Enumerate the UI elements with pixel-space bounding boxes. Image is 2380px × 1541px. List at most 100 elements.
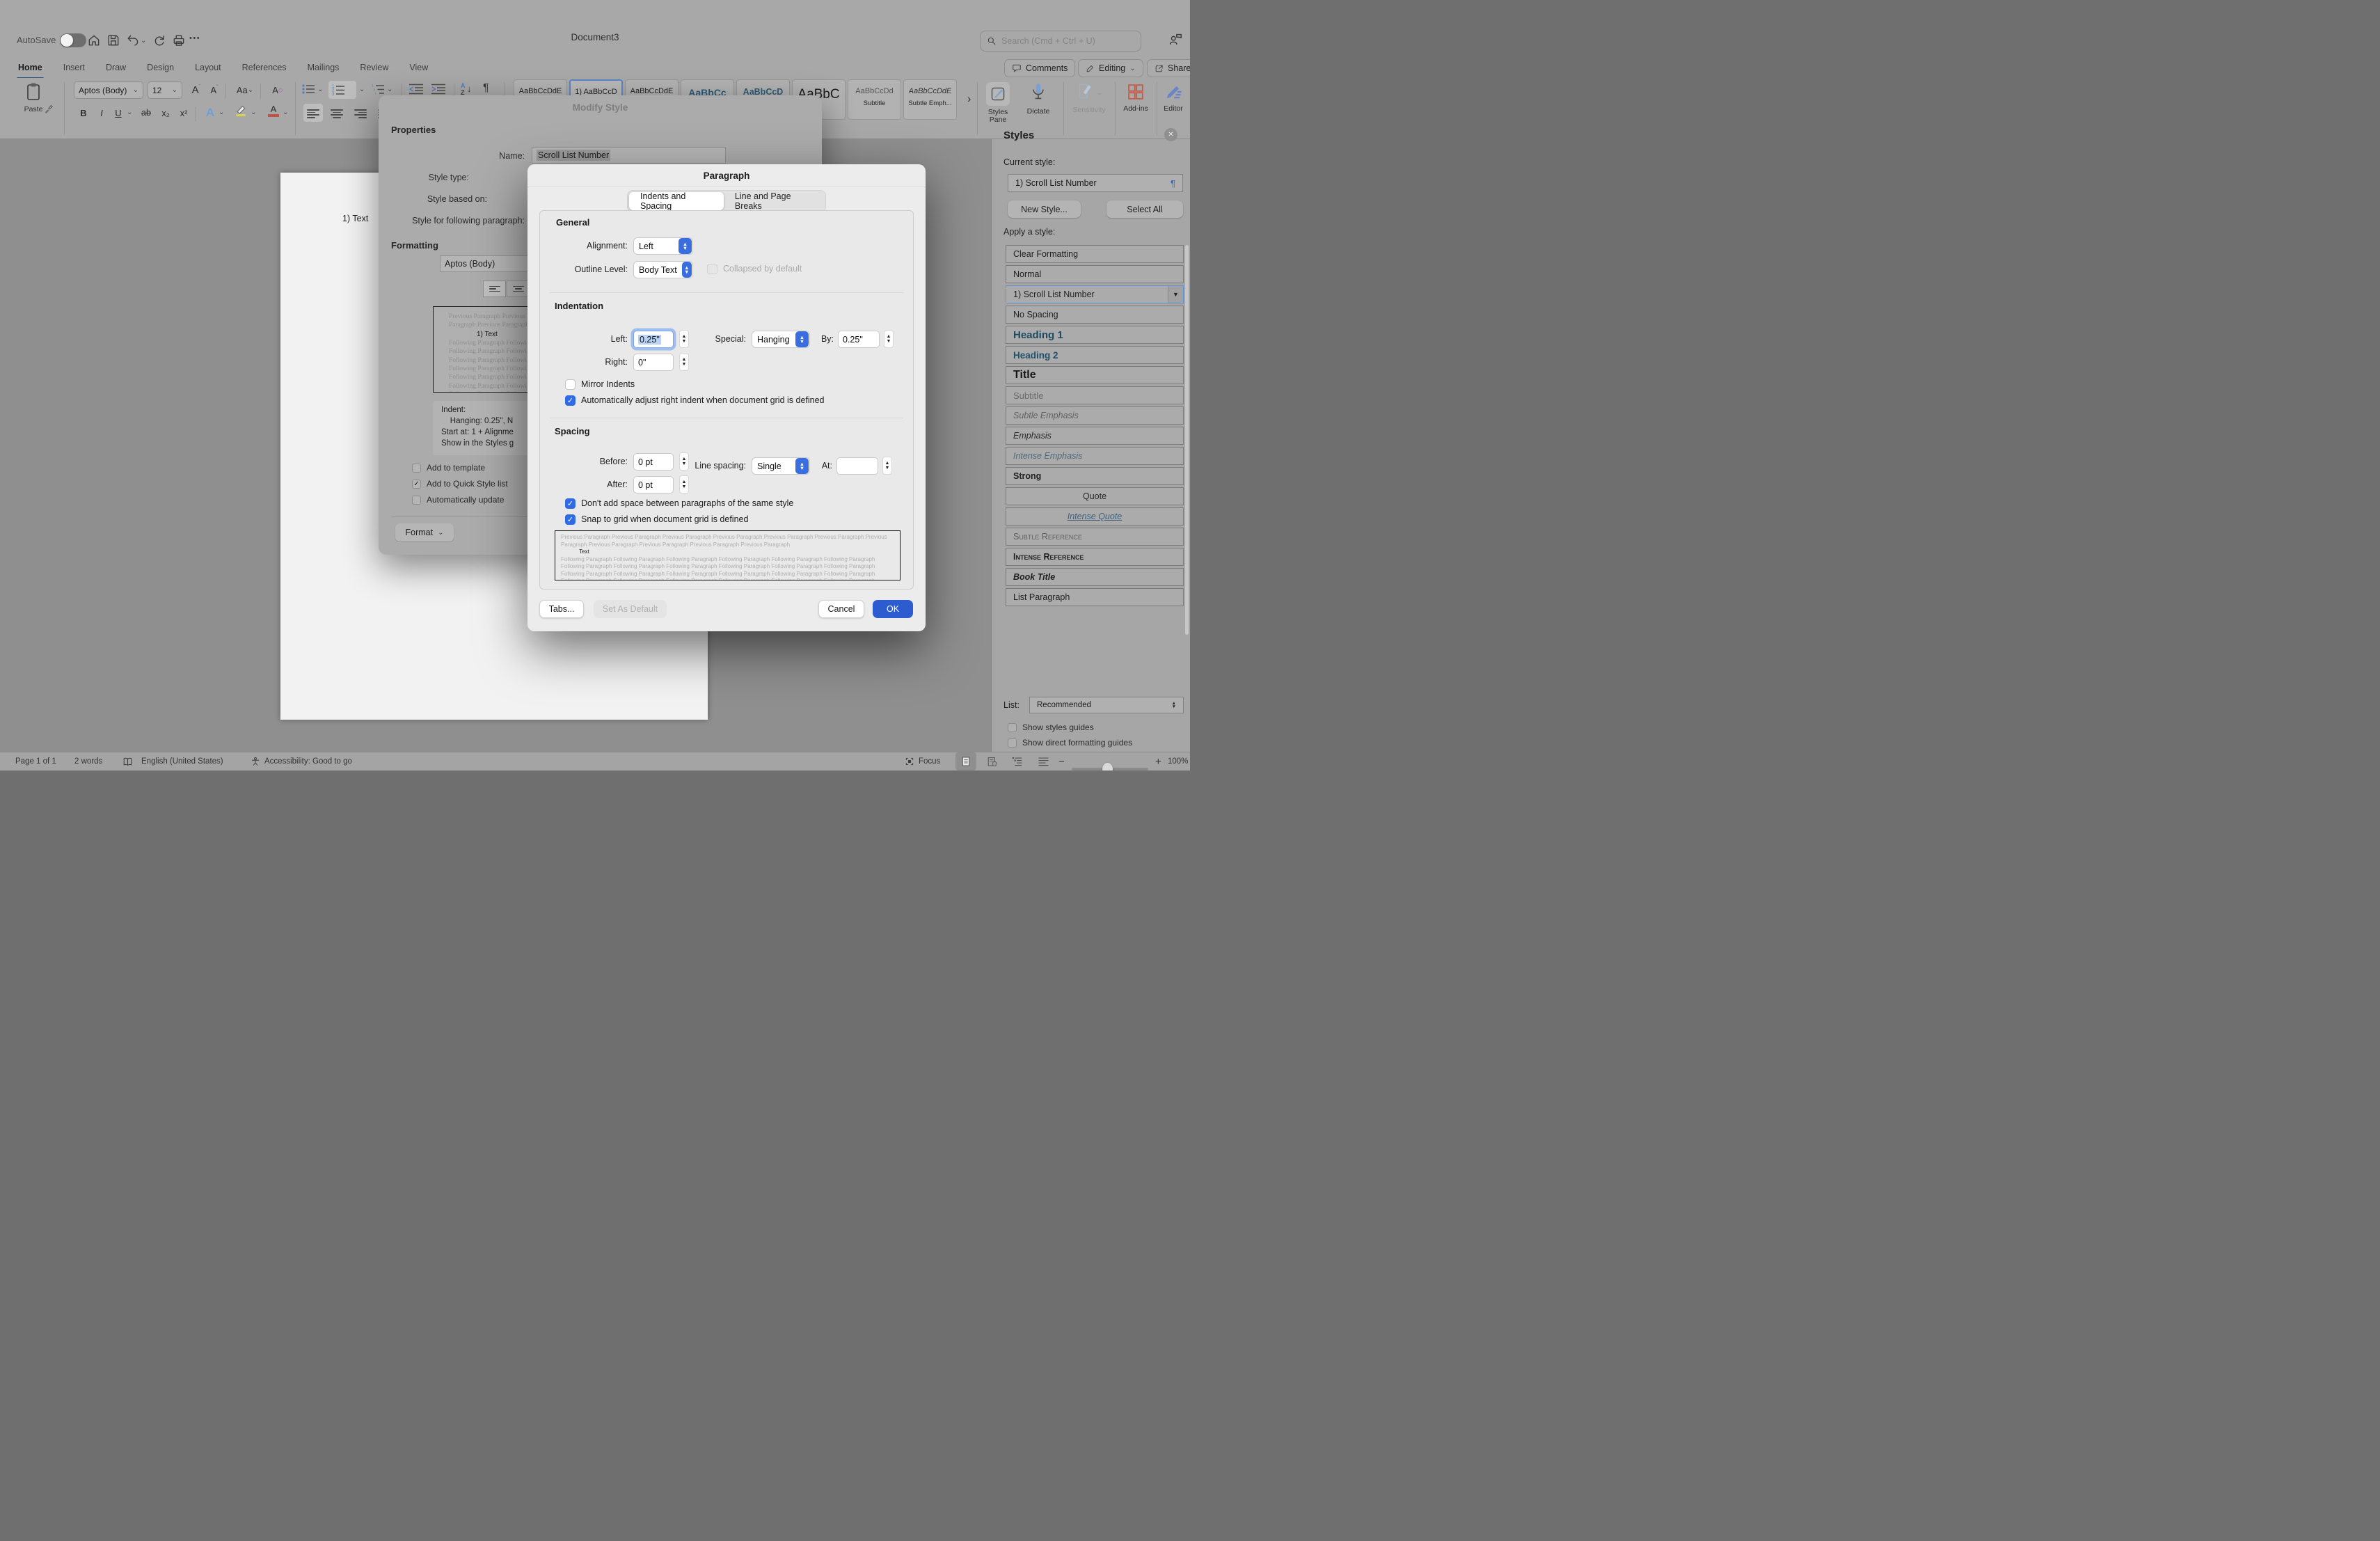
align-left-button[interactable] [483, 280, 506, 297]
text-effects-button[interactable]: A [202, 104, 219, 121]
style-list-item[interactable]: Intense Reference ▼ [1006, 548, 1184, 566]
zoom-knob[interactable] [1102, 763, 1113, 770]
tabs-button[interactable]: Tabs... [539, 600, 584, 618]
shrink-font-button[interactable]: Aˇ [206, 81, 223, 98]
font-color-dropdown-icon[interactable]: ⌄ [283, 109, 288, 116]
format-menu-button[interactable]: Format ⌄ [395, 523, 454, 542]
list-filter-select[interactable]: Recommended ▲▼ [1029, 697, 1184, 713]
style-name-input[interactable]: Scroll List Number [532, 147, 726, 164]
highlight-button[interactable] [234, 104, 251, 120]
gallery-more-icon[interactable]: › [967, 93, 971, 106]
numbered-list-dropdown-icon[interactable]: ⌄ [359, 86, 365, 93]
indent-left-stepper[interactable]: ▲▼ [679, 330, 689, 348]
style-list-item[interactable]: Strong ▼ [1006, 467, 1184, 485]
style-gallery-item[interactable]: AaBbCcDdE Subtle Emph... [903, 79, 957, 120]
change-case-button[interactable]: Aa⌄ [232, 81, 257, 98]
superscript-button[interactable]: x² [175, 104, 192, 121]
show-paragraph-marks-button[interactable]: ¶ [483, 82, 489, 95]
underline-button[interactable]: U [110, 104, 127, 121]
style-list-item[interactable]: Heading 1 ▼ [1006, 326, 1184, 344]
align-center-button[interactable] [327, 104, 347, 122]
style-list-item[interactable]: Book Title ▼ [1006, 568, 1184, 586]
add-to-template-checkbox[interactable] [412, 464, 421, 473]
style-list-item[interactable]: Subtle Emphasis ▼ [1006, 406, 1184, 425]
ribbon-tab[interactable]: Draw [104, 60, 127, 75]
styles-scrollbar[interactable] [1185, 245, 1189, 635]
at-stepper[interactable]: ▲▼ [882, 457, 892, 475]
dictate-button[interactable]: Dictate [1020, 82, 1056, 116]
share-contact-icon[interactable] [1168, 32, 1183, 47]
style-list-item[interactable]: Emphasis ▼ [1006, 427, 1184, 445]
ribbon-tab[interactable]: Home [17, 60, 44, 75]
bold-button[interactable]: B [75, 104, 92, 121]
style-list-item[interactable]: Clear Formatting ▼ [1006, 245, 1184, 263]
style-list-item[interactable]: Quote ▼ [1006, 487, 1184, 505]
underline-dropdown-icon[interactable]: ⌄ [127, 109, 132, 116]
bullet-list-button[interactable] [302, 84, 315, 98]
alignment-select[interactable]: Left ▲▼ [633, 237, 693, 255]
style-gallery-item[interactable]: AaBbCcDd Subtitle [848, 79, 901, 120]
new-style-button[interactable]: New Style... [1008, 200, 1081, 218]
zoom-slider[interactable] [1072, 760, 1148, 770]
font-size-select[interactable]: 12⌄ [148, 81, 182, 99]
subscript-button[interactable]: x₂ [157, 104, 174, 121]
ribbon-tab[interactable]: Review [358, 60, 390, 75]
paragraph-tab[interactable]: Line and Page Breaks [724, 192, 824, 210]
bullet-list-dropdown-icon[interactable]: ⌄ [317, 86, 323, 93]
language-indicator[interactable]: English (United States) [141, 752, 223, 770]
page-indicator[interactable]: Page 1 of 1 [15, 752, 56, 770]
auto-adjust-indent-checkbox[interactable]: ✓ [565, 395, 576, 406]
editor-button[interactable]: Editor [1157, 82, 1190, 113]
ribbon-tab[interactable]: View [408, 60, 429, 75]
format-painter-icon[interactable] [43, 103, 54, 118]
addins-button[interactable]: Add-ins [1118, 82, 1154, 113]
special-select[interactable]: Hanging ▲▼ [752, 331, 810, 348]
align-left-button[interactable] [303, 104, 323, 122]
style-list-item[interactable]: Intense Emphasis ▼ [1006, 447, 1184, 465]
print-layout-view-button[interactable] [955, 752, 976, 770]
by-input[interactable]: 0.25" [838, 331, 880, 348]
style-list-item[interactable]: Intense Quote ▼ [1006, 507, 1184, 525]
zoom-level[interactable]: 100% [1168, 752, 1188, 770]
paragraph-tab[interactable]: Indents and Spacing [629, 192, 724, 210]
font-color-button[interactable]: A [266, 104, 281, 117]
outline-level-select[interactable]: Body Text ▲▼ [633, 261, 693, 278]
auto-update-checkbox[interactable] [412, 496, 421, 505]
show-direct-formatting-checkbox[interactable] [1008, 738, 1017, 748]
line-spacing-select[interactable]: Single ▲▼ [752, 457, 810, 475]
font-name-select[interactable]: Aptos (Body)⌄ [74, 81, 143, 99]
ribbon-tab[interactable]: Mailings [306, 60, 341, 75]
style-list-item[interactable]: Normal ▼ [1006, 265, 1184, 283]
select-all-button[interactable]: Select All [1106, 200, 1183, 218]
style-list-item[interactable]: Subtitle ▼ [1006, 386, 1184, 404]
multilevel-list-dropdown-icon[interactable]: ⌄ [387, 86, 392, 93]
style-list-item[interactable]: Subtle Reference ▼ [1006, 528, 1184, 546]
style-list-item[interactable]: Title ▼ [1006, 366, 1184, 384]
style-list-item[interactable]: List Paragraph ▼ [1006, 588, 1184, 606]
mirror-indents-checkbox[interactable] [565, 379, 576, 390]
comments-button[interactable]: Comments [1004, 59, 1075, 77]
no-space-same-style-checkbox[interactable]: ✓ [565, 498, 576, 509]
style-dropdown-icon[interactable]: ▼ [1168, 286, 1183, 303]
by-stepper[interactable]: ▲▼ [884, 330, 894, 348]
share-button[interactable]: Share ⌄ [1147, 59, 1190, 77]
focus-button[interactable]: Focus [905, 752, 940, 770]
zoom-in-icon[interactable]: + [1155, 752, 1161, 770]
text-effects-dropdown-icon[interactable]: ⌄ [219, 109, 224, 116]
cancel-button[interactable]: Cancel [818, 600, 864, 618]
styles-pane-button[interactable]: Styles Pane [980, 82, 1016, 124]
after-input[interactable]: 0 pt [633, 476, 674, 493]
clear-formatting-button[interactable]: A◇ [267, 81, 288, 98]
after-stepper[interactable]: ▲▼ [679, 475, 689, 493]
draft-view-button[interactable] [1033, 752, 1054, 770]
search-input[interactable]: Search (Cmd + Ctrl + U) [980, 31, 1141, 52]
align-center-button[interactable] [507, 280, 530, 297]
accessibility-icon[interactable] [251, 752, 260, 770]
indent-right-stepper[interactable]: ▲▼ [679, 353, 689, 371]
italic-button[interactable]: I [93, 104, 110, 121]
outline-view-button[interactable] [1007, 752, 1028, 770]
ribbon-tab[interactable]: Insert [62, 60, 86, 75]
zoom-out-icon[interactable]: − [1058, 752, 1065, 770]
at-input[interactable] [836, 457, 878, 475]
strikethrough-button[interactable]: ab [138, 104, 154, 121]
